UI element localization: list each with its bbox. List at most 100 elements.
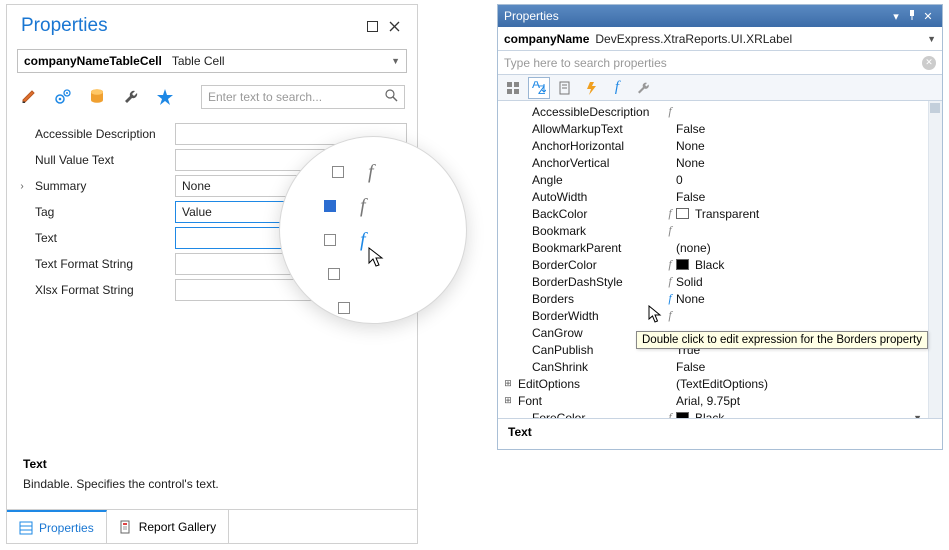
marker-box <box>328 268 340 280</box>
tab-report-gallery[interactable]: Report Gallery <box>107 510 229 543</box>
panel-title: Properties <box>504 9 888 23</box>
description-title: Text <box>23 457 401 471</box>
scrollbar[interactable] <box>928 101 942 418</box>
property-name: BorderWidth <box>514 309 664 323</box>
property-value[interactable]: Black▼ <box>676 411 924 419</box>
marker-box-filled <box>324 200 336 212</box>
property-value[interactable]: Transparent <box>676 207 924 221</box>
object-selector[interactable]: companyNameTableCell Table Cell ▼ <box>17 49 407 73</box>
property-row[interactable]: ForeColorfBlack▼ <box>502 409 924 418</box>
property-value[interactable]: False <box>676 360 924 374</box>
property-value[interactable]: Black <box>676 258 924 272</box>
chevron-down-icon: ▼ <box>913 413 922 419</box>
object-type: Table Cell <box>172 54 225 68</box>
left-toolbar: Enter text to search... <box>7 81 417 117</box>
property-row[interactable]: AccessibleDescriptionf <box>502 103 924 120</box>
property-value[interactable]: Arial, 9.75pt <box>676 394 924 408</box>
expression-icon: f <box>668 308 671 322</box>
object-name: companyNameTableCell <box>24 54 162 68</box>
search-placeholder: Type here to search properties <box>504 56 667 70</box>
expression-icon: f <box>668 291 671 305</box>
scroll-up-button[interactable] <box>930 103 940 113</box>
property-name: Font <box>514 394 664 408</box>
tooltip: Double click to edit expression for the … <box>636 331 928 349</box>
close-button[interactable]: ✕ <box>920 10 936 23</box>
gears-icon[interactable] <box>53 87 73 107</box>
edit-icon[interactable] <box>19 87 39 107</box>
expression-icon-active[interactable]: f <box>360 229 366 252</box>
expression-indicator[interactable]: f <box>664 291 676 306</box>
property-name: Angle <box>514 173 664 187</box>
close-button[interactable] <box>383 15 405 37</box>
categorized-button[interactable] <box>502 77 524 99</box>
property-name: AutoWidth <box>514 190 664 204</box>
zoom-callout: f f f <box>279 136 467 324</box>
property-value[interactable]: None <box>676 292 924 306</box>
expand-icon[interactable]: ⊞ <box>502 378 514 389</box>
expression-indicator[interactable]: f <box>664 104 676 119</box>
property-value[interactable]: False <box>676 190 924 204</box>
property-row[interactable]: ⊞EditOptions(TextEditOptions) <box>502 375 924 392</box>
expression-icon: f <box>668 274 671 288</box>
property-pages-button[interactable] <box>554 77 576 99</box>
expression-icon: f <box>668 410 671 418</box>
dropdown-button[interactable]: ▾ <box>888 10 904 23</box>
expression-icon: f <box>368 161 374 184</box>
expression-button[interactable]: f <box>606 77 628 99</box>
object-selector[interactable]: companyName DevExpress.XtraReports.UI.XR… <box>498 27 942 51</box>
star-icon[interactable] <box>155 87 175 107</box>
clear-icon[interactable]: ✕ <box>922 56 936 70</box>
expression-icon: f <box>668 206 671 220</box>
property-name: Borders <box>514 292 664 306</box>
property-name: CanShrink <box>514 360 664 374</box>
right-panel-header: Properties ▾ ✕ <box>498 5 942 27</box>
property-row[interactable]: AllowMarkupTextFalse <box>502 120 924 137</box>
expression-indicator[interactable]: f <box>664 206 676 221</box>
expand-icon[interactable]: ⊞ <box>502 395 514 406</box>
property-row[interactable]: AnchorHorizontalNone <box>502 137 924 154</box>
property-value[interactable]: Solid <box>676 275 924 289</box>
search-placeholder: Enter text to search... <box>208 90 322 104</box>
expression-indicator[interactable]: f <box>664 410 676 418</box>
property-row[interactable]: BookmarkParent(none) <box>502 239 924 256</box>
property-row[interactable]: BorderColorfBlack <box>502 256 924 273</box>
property-row[interactable]: AutoWidth False <box>502 188 924 205</box>
pin-button[interactable] <box>904 10 920 23</box>
property-value[interactable]: None <box>676 139 924 153</box>
property-value[interactable]: (none) <box>676 241 924 255</box>
property-value[interactable]: False <box>676 122 924 136</box>
description-title: Text <box>508 425 932 439</box>
property-row[interactable]: CanShrink False <box>502 358 924 375</box>
property-row[interactable]: BackColorfTransparent <box>502 205 924 222</box>
cursor-icon <box>368 247 386 269</box>
property-row[interactable]: Angle 0 <box>502 171 924 188</box>
property-row[interactable]: Borders f None <box>502 290 924 307</box>
search-input[interactable]: Type here to search properties ✕ <box>498 51 942 75</box>
events-button[interactable] <box>580 77 602 99</box>
expression-indicator[interactable]: f <box>664 257 676 272</box>
maximize-button[interactable] <box>361 15 383 37</box>
description-body: Bindable. Specifies the control's text. <box>23 477 401 491</box>
tab-properties[interactable]: Properties <box>7 510 107 543</box>
database-icon[interactable] <box>87 87 107 107</box>
marker-box <box>332 166 344 178</box>
property-row[interactable]: BorderWidth f <box>502 307 924 324</box>
property-row[interactable]: BorderDashStylefSolid <box>502 273 924 290</box>
property-value[interactable]: None <box>676 156 924 170</box>
search-input[interactable]: Enter text to search... <box>201 85 405 109</box>
wrench-icon[interactable] <box>121 87 141 107</box>
property-row[interactable]: ⊞Font Arial, 9.75pt <box>502 392 924 409</box>
alphabetical-button[interactable]: AZ <box>528 77 550 99</box>
object-name: companyName <box>504 32 589 46</box>
expression-indicator[interactable]: f <box>664 308 676 323</box>
property-row[interactable]: AnchorVerticalNone <box>502 154 924 171</box>
chevron-down-icon: ▼ <box>927 34 936 44</box>
expand-icon[interactable]: › <box>17 181 27 192</box>
expression-indicator[interactable]: f <box>664 274 676 289</box>
color-swatch <box>676 412 689 418</box>
property-value[interactable]: 0 <box>676 173 924 187</box>
property-value[interactable]: (TextEditOptions) <box>676 377 924 391</box>
wrench-button[interactable] <box>632 77 654 99</box>
property-row[interactable]: Bookmarkf <box>502 222 924 239</box>
expression-indicator[interactable]: f <box>664 223 676 238</box>
